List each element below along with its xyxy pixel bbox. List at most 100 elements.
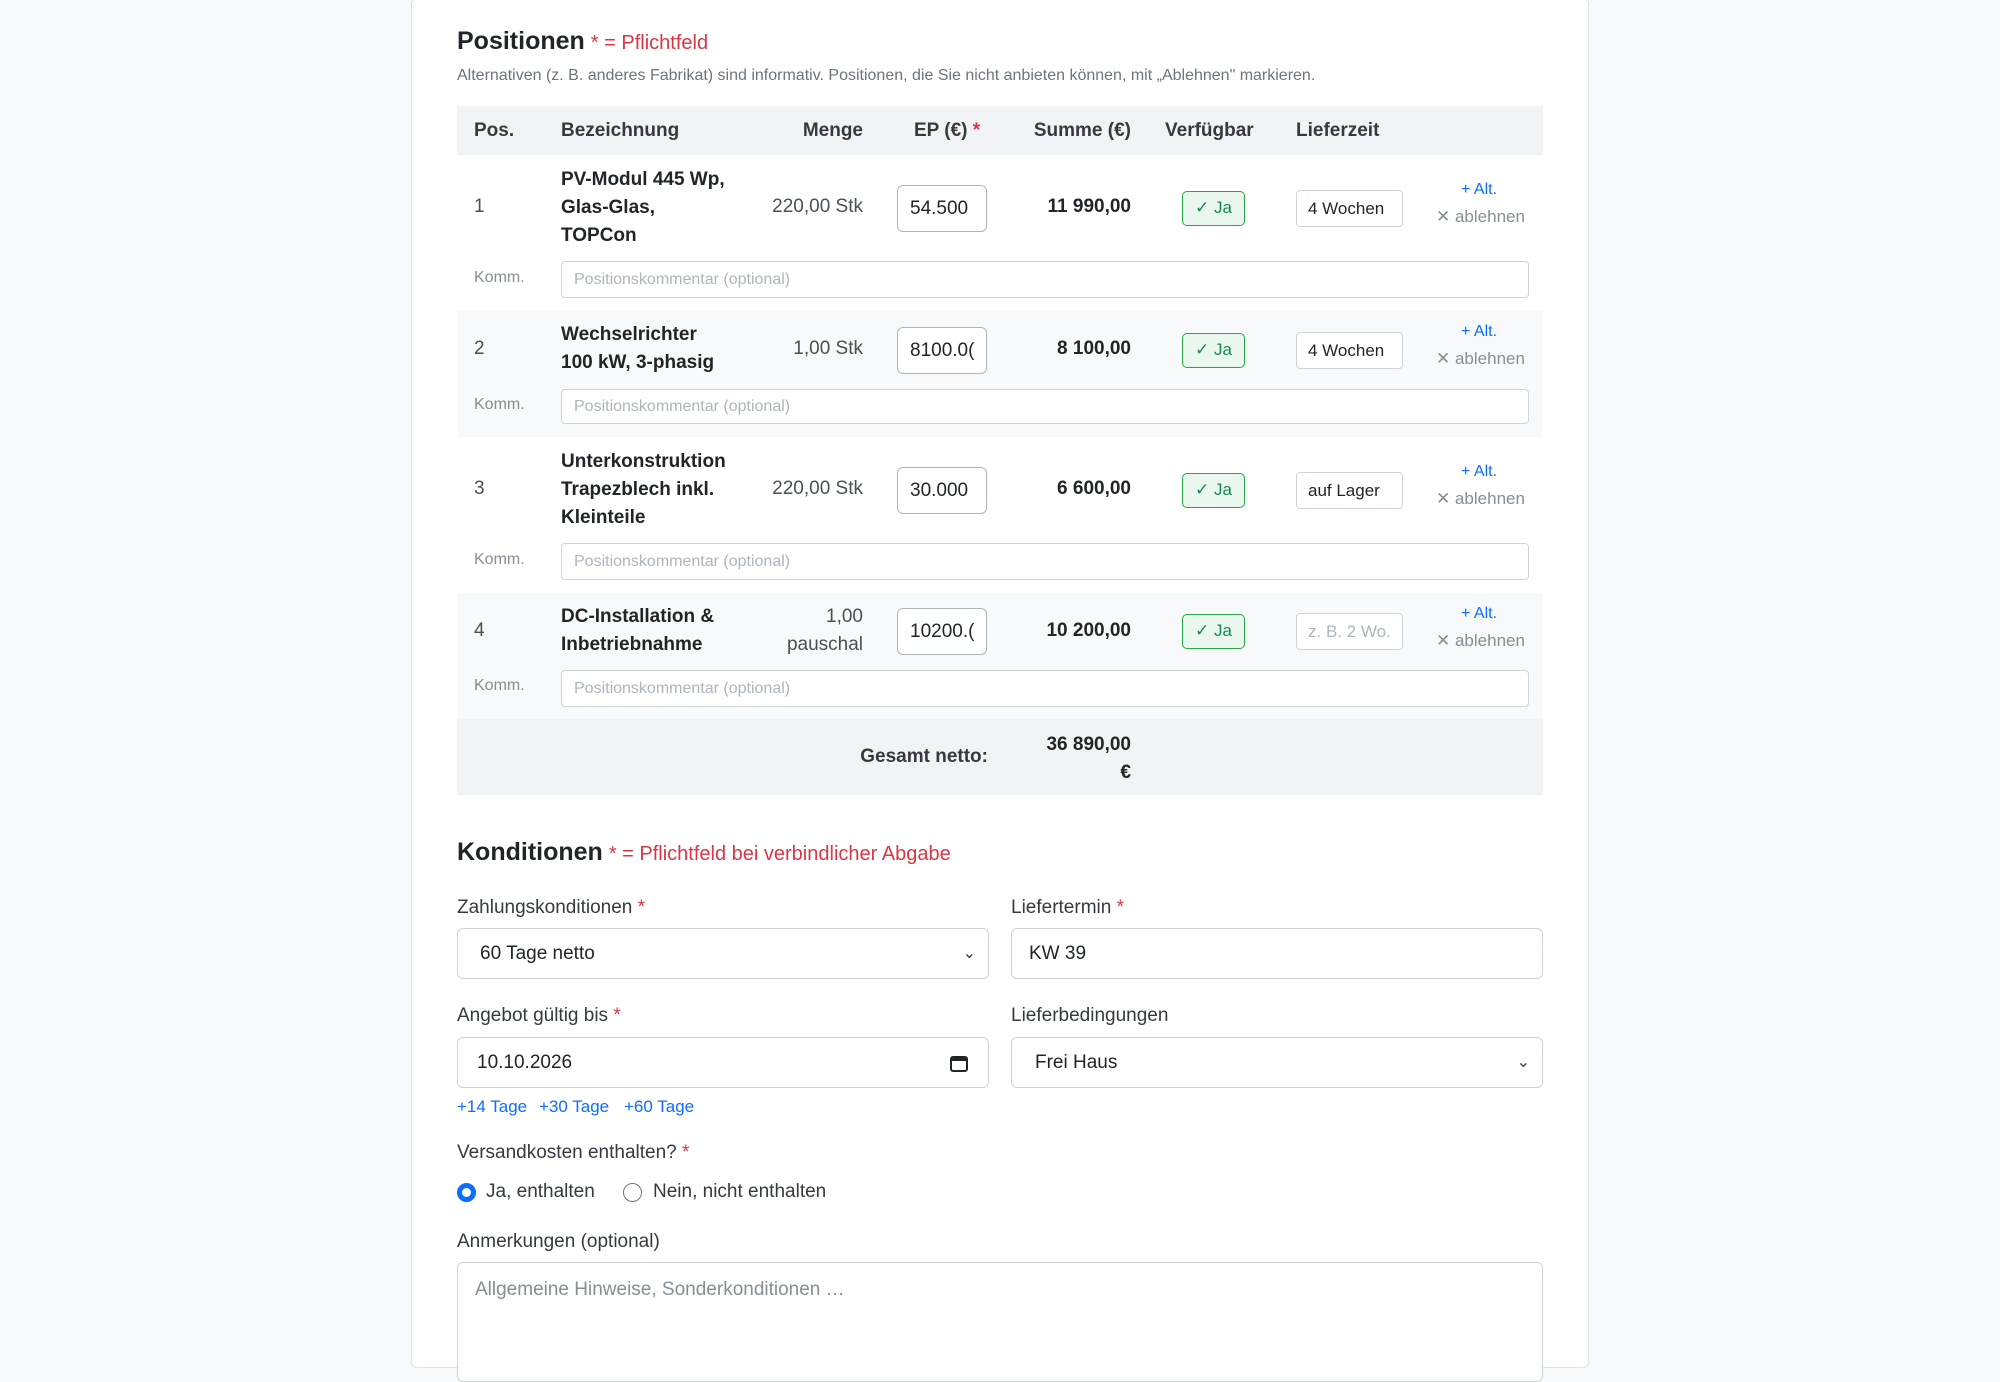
comment-row: Komm. Positionskommentar (optional) [457,389,1543,437]
total-row: Gesamt netto: 36 890,00 € [457,719,1543,795]
shipping-label: Versandkosten enthalten? * [457,1142,689,1164]
close-icon: ✕ [1436,631,1455,650]
close-icon: ✕ [1436,489,1455,508]
comment-input[interactable]: Positionskommentar (optional) [561,261,1529,298]
col-ep-label: EP (€) [914,120,968,141]
required-star: * [972,120,981,141]
lead-time-input[interactable]: 4 Wochen [1296,190,1403,227]
quick-30-days[interactable]: +30 Tage [539,1097,609,1117]
valid-until-value: 10.10.2026 [477,1052,573,1073]
required-note: * = Pflichtfeld [590,32,709,54]
chevron-down-icon: ⌄ [1516,1054,1530,1071]
col-lead: Lieferzeit [1296,120,1380,141]
table-row: 4 DC-Installation & Inbetriebnahme 1,00 p… [457,593,1543,669]
item-qty-unit: pauschal [786,634,863,655]
ep-input[interactable]: 8100.0( [897,327,987,374]
shipping-no-radio[interactable] [623,1183,642,1202]
comment-row: Komm. Positionskommentar (optional) [457,669,1543,719]
item-sum: 8 100,00 [1057,338,1131,359]
positions-title-text: Positionen [457,27,585,55]
add-alternative-link[interactable]: + Alt. [1461,605,1497,623]
add-alternative-link[interactable]: + Alt. [1461,463,1497,481]
lead-time-input[interactable]: 4 Wochen [1296,332,1403,369]
item-name: DC-Installation & Inbetriebnahme [561,606,715,655]
lead-time-input[interactable]: z. B. 2 Wo. [1296,613,1403,650]
total-value: 36 890,00 € [1046,731,1131,787]
comment-row: Komm. Positionskommentar (optional) [457,261,1543,311]
available-toggle[interactable]: ✓ Ja [1182,614,1245,649]
col-qty: Menge [802,120,863,141]
notes-label: Anmerkungen (optional) [457,1231,660,1252]
shipping-no-label[interactable]: Nein, nicht enthalten [653,1181,826,1203]
payment-select[interactable]: 60 Tage netto ⌄ [457,928,989,979]
table-header: Pos. Bezeichnung Menge EP (€) * Summe (€… [457,106,1543,155]
shipping-yes-radio[interactable] [457,1183,476,1202]
pos-number: 1 [474,196,485,217]
comment-input[interactable]: Positionskommentar (optional) [561,389,1529,424]
required-star: * [1116,897,1125,918]
delivery-terms-select[interactable]: Frei Haus ⌄ [1011,1037,1543,1088]
available-toggle[interactable]: ✓ Ja [1182,333,1245,368]
reject-label: ablehnen [1454,631,1525,650]
positions-table: Pos. Bezeichnung Menge EP (€) * Summe (€… [457,106,1543,795]
delivery-terms-value: Frei Haus [1035,1052,1118,1073]
lead-time-input[interactable]: auf Lager [1296,472,1403,509]
conditions-title: Konditionen * = Pflichtfeld bei verbindli… [457,838,951,867]
col-ep: EP (€) * [914,120,980,142]
available-toggle[interactable]: ✓ Ja [1182,473,1245,508]
ep-input[interactable]: 54.500 [897,185,987,232]
required-star: * [637,897,646,918]
close-icon: ✕ [1436,207,1455,226]
pos-number: 3 [474,478,485,499]
delivery-date-label: Liefertermin * [1011,897,1124,919]
reject-label: ablehnen [1454,489,1525,508]
delivery-terms-label: Lieferbedingungen [1011,1005,1169,1026]
col-avail: Verfügbar [1165,120,1254,141]
comment-label: Komm. [474,269,525,286]
item-name: PV-Modul 445 Wp, Glas-Glas, TOPCon [561,169,725,246]
comment-label: Komm. [474,396,525,413]
delivery-date-input[interactable]: KW 39 [1011,928,1543,979]
pos-number: 4 [474,620,485,641]
col-pos: Pos. [474,120,515,141]
add-alternative-link[interactable]: + Alt. [1461,181,1497,199]
col-name: Bezeichnung [561,120,680,141]
quick-14-days[interactable]: +14 Tage [457,1097,527,1117]
total-currency: € [1120,762,1131,783]
valid-until-label: Angebot gültig bis * [457,1005,621,1027]
reject-button[interactable]: ✕ ablehnen [1436,207,1525,227]
item-qty: 220,00 Stk [772,196,863,217]
table-row: 1 PV-Modul 445 Wp, Glas-Glas, TOPCon 220… [457,155,1543,261]
add-alternative-link[interactable]: + Alt. [1461,323,1497,341]
item-qty: 1,00 pauschal [787,603,863,659]
available-toggle[interactable]: ✓ Ja [1182,191,1245,226]
total-amount: 36 890,00 [1046,734,1131,755]
item-name: Wechselrichter 100 kW, 3-phasig [561,324,715,373]
required-star: * [613,1005,621,1026]
quick-60-days[interactable]: +60 Tage [624,1097,694,1117]
comment-input[interactable]: Positionskommentar (optional) [561,543,1529,580]
comment-label: Komm. [474,551,525,568]
comment-row: Komm. Positionskommentar (optional) [457,543,1543,593]
table-row: 2 Wechselrichter 100 kW, 3-phasig 1,00 S… [457,311,1543,389]
positions-title: Positionen * = Pflichtfeld [457,27,708,56]
item-name: Unterkonstruktion Trapezblech inkl. Klei… [561,451,726,528]
payment-select-value: 60 Tage netto [480,943,595,964]
total-label: Gesamt netto: [860,746,988,767]
required-star: * [682,1142,690,1163]
comment-input[interactable]: Positionskommentar (optional) [561,670,1529,707]
pos-number: 2 [474,338,485,359]
ep-input[interactable]: 10200.( [897,608,987,655]
delivery-date-label-text: Liefertermin [1011,897,1112,918]
positions-hint: Alternativen (z. B. anderes Fabrikat) si… [457,67,1316,84]
ep-input[interactable]: 30.000 [897,467,987,514]
valid-until-date-input[interactable]: 10.10.2026 [457,1037,989,1088]
reject-button[interactable]: ✕ ablehnen [1436,631,1525,651]
reject-button[interactable]: ✕ ablehnen [1436,349,1525,369]
shipping-yes-label[interactable]: Ja, enthalten [486,1181,595,1203]
shipping-label-text: Versandkosten enthalten? [457,1142,677,1163]
calendar-icon[interactable] [950,1054,968,1072]
reject-button[interactable]: ✕ ablehnen [1436,489,1525,509]
notes-textarea[interactable]: Allgemeine Hinweise, Sonderkonditionen … [457,1262,1543,1382]
payment-label-text: Zahlungskonditionen [457,897,633,918]
